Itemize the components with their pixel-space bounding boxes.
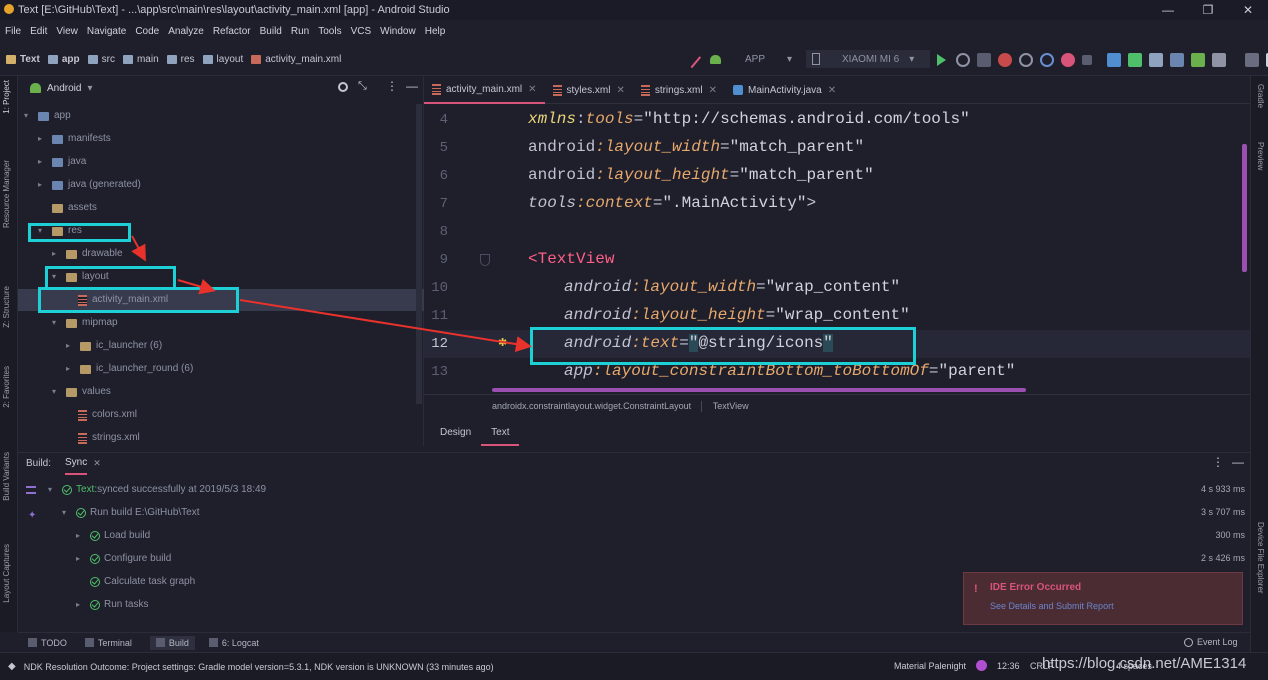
arrow-res-to-layout	[131, 235, 146, 262]
annotation-arrows	[131, 235, 532, 353]
arrow-layout-to-file	[177, 278, 216, 295]
android-studio-window: { "window": {"title": "Text [E:\\GitHub\…	[0, 0, 1268, 680]
arrow-file-to-code	[239, 299, 532, 353]
